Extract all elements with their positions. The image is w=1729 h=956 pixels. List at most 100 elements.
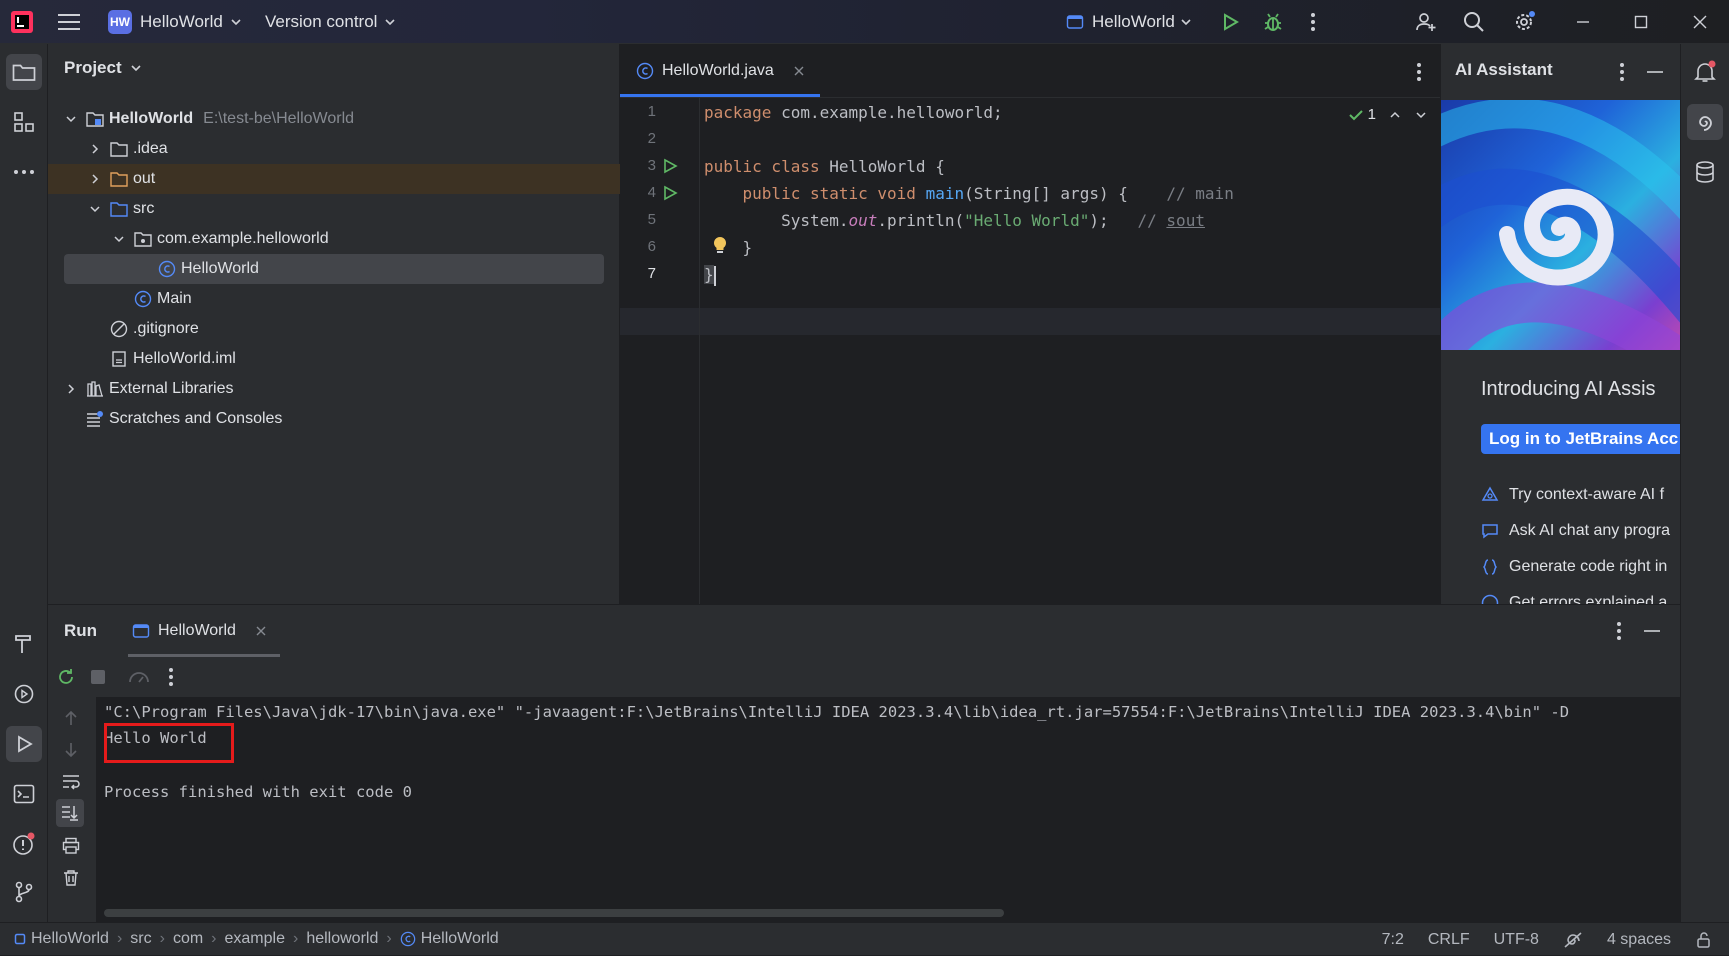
arrow-up-icon[interactable]	[62, 709, 80, 727]
tree-item-label: src	[133, 200, 155, 217]
run-gutter-icon[interactable]	[662, 158, 678, 174]
indent-setting[interactable]: 4 spaces	[1607, 931, 1671, 949]
close-window-icon[interactable]	[1693, 0, 1707, 44]
arrow-down-icon[interactable]	[62, 741, 80, 759]
main-menu-icon[interactable]	[58, 0, 80, 44]
search-icon[interactable]	[1463, 0, 1485, 44]
print-icon[interactable]	[62, 837, 80, 855]
tree-item-helloworld-class[interactable]: HelloWorld	[64, 254, 604, 284]
chevron-down-icon	[90, 206, 100, 213]
structure-tool-button[interactable]	[6, 104, 42, 140]
project-tool-button[interactable]	[6, 54, 42, 90]
ai-spiral-icon	[1699, 116, 1712, 131]
minimize-window-icon[interactable]	[1576, 0, 1590, 44]
run-config-icon	[1066, 15, 1084, 29]
tree-item-out[interactable]: out	[48, 164, 620, 194]
ai-hero-image	[1441, 100, 1680, 350]
check-icon	[1348, 109, 1363, 120]
tree-item-package[interactable]: com.example.helloworld	[48, 224, 620, 254]
soft-wrap-icon[interactable]	[62, 773, 80, 791]
code-token: sout	[1166, 211, 1205, 230]
console-horizontal-scrollbar[interactable]	[104, 909, 1004, 917]
login-jetbrains-button[interactable]: Log in to JetBrains Acc	[1481, 424, 1680, 454]
project-switcher[interactable]: HW HelloWorld	[108, 0, 245, 44]
close-tab-icon[interactable]	[792, 64, 806, 78]
folder-icon	[12, 64, 36, 81]
code-token: com.example.helloworld;	[771, 103, 1003, 122]
tree-item-scratches[interactable]: Scratches and Consoles	[48, 404, 620, 434]
database-tool-button[interactable]	[1687, 154, 1723, 190]
more-tools-button[interactable]	[6, 154, 42, 190]
run-panel-minimize-icon[interactable]	[1644, 629, 1660, 633]
ai-panel-minimize-icon[interactable]	[1647, 70, 1663, 74]
code-line-3: public class HelloWorld {	[704, 157, 945, 184]
ai-assistant-tool-button[interactable]	[1687, 104, 1723, 140]
run-toolbar-more-icon[interactable]	[168, 667, 174, 687]
breadcrumb-item[interactable]: example	[225, 930, 285, 948]
tree-item-gitignore[interactable]: .gitignore	[48, 314, 620, 344]
stop-icon[interactable]	[90, 669, 106, 685]
tree-item-main-class[interactable]: Main	[48, 284, 620, 314]
editor-tab-helloworld-java[interactable]: HelloWorld.java	[636, 44, 806, 98]
question-icon	[1481, 594, 1499, 604]
profiler-icon[interactable]	[128, 667, 150, 687]
project-view-selector[interactable]: Project	[64, 58, 144, 78]
tree-item-helloworld-module[interactable]: HelloWorld E:\test-be\HelloWorld	[48, 104, 620, 134]
breadcrumb-item[interactable]: HelloWorld	[421, 930, 499, 948]
chat-icon	[1482, 524, 1498, 539]
line-separator[interactable]: CRLF	[1428, 931, 1470, 949]
run-console-output[interactable]: "C:\Program Files\Java\jdk-17\bin\java.e…	[96, 697, 1680, 923]
rerun-icon[interactable]	[56, 667, 76, 687]
run-tool-window: Run HelloWorld "C:\Program Files\Java\jd…	[48, 604, 1680, 923]
editor-tabs-more-icon[interactable]	[1416, 62, 1422, 82]
bug-icon	[1264, 13, 1282, 31]
run-panel-more-icon[interactable]	[1616, 621, 1622, 641]
intellij-logo-icon[interactable]	[10, 0, 34, 44]
folder-icon	[110, 142, 128, 157]
git-tool-button[interactable]	[6, 874, 42, 910]
settings-gear-icon[interactable]	[1512, 0, 1536, 44]
caret-position[interactable]: 7:2	[1382, 931, 1404, 949]
tree-item-label: .idea	[133, 140, 168, 157]
tree-item-idea[interactable]: .idea	[48, 134, 620, 164]
add-user-icon[interactable]	[1414, 0, 1438, 44]
notifications-button[interactable]	[1687, 54, 1723, 90]
run-tool-button[interactable]	[6, 726, 42, 762]
build-tool-button[interactable]	[6, 626, 42, 662]
title-bar: HW HelloWorld Version control HelloWorld	[0, 0, 1729, 44]
file-encoding[interactable]: UTF-8	[1494, 931, 1539, 949]
breadcrumb-item[interactable]: helloworld	[306, 930, 378, 948]
code-token: public class	[704, 157, 820, 176]
tree-item-label: External Libraries	[109, 380, 234, 397]
tree-item-src[interactable]: src	[48, 194, 620, 224]
services-tool-button[interactable]	[6, 676, 42, 712]
close-tab-icon[interactable]	[254, 624, 268, 638]
tree-item-external-libraries[interactable]: External Libraries	[48, 374, 620, 404]
debug-button[interactable]	[1262, 0, 1284, 44]
trash-icon[interactable]	[62, 869, 80, 887]
module-path: E:\test-be\HelloWorld	[203, 110, 355, 127]
ai-completion-disabled-icon[interactable]	[1563, 931, 1583, 949]
maximize-window-icon[interactable]	[1634, 0, 1648, 44]
problems-tool-button[interactable]	[6, 826, 42, 862]
run-config-selector[interactable]: HelloWorld	[1066, 0, 1195, 44]
readonly-toggle-icon[interactable]	[1695, 931, 1713, 949]
vcs-widget[interactable]: Version control	[265, 0, 399, 44]
run-tab-helloworld[interactable]: HelloWorld	[132, 605, 268, 657]
inspection-widget[interactable]: 1	[1348, 106, 1428, 123]
code-line-5: System.out.println("Hello World"); // so…	[704, 211, 1205, 238]
module-square-icon	[14, 933, 26, 945]
breadcrumb-item[interactable]: src	[130, 930, 151, 948]
run-gutter-icon[interactable]	[662, 185, 678, 201]
terminal-tool-button[interactable]	[6, 776, 42, 812]
breadcrumb-item[interactable]: com	[173, 930, 203, 948]
ai-assistant-title: AI Assistant	[1455, 60, 1553, 79]
breadcrumb-item[interactable]: HelloWorld	[31, 930, 109, 948]
code-token: "Hello World"	[964, 211, 1090, 230]
scroll-to-end-icon[interactable]	[56, 799, 84, 827]
ai-panel-more-icon[interactable]	[1619, 62, 1625, 82]
run-button[interactable]	[1220, 0, 1240, 44]
tree-item-iml[interactable]: HelloWorld.iml	[48, 344, 620, 374]
more-actions-icon[interactable]	[1310, 0, 1316, 44]
code-token: out	[848, 211, 878, 230]
